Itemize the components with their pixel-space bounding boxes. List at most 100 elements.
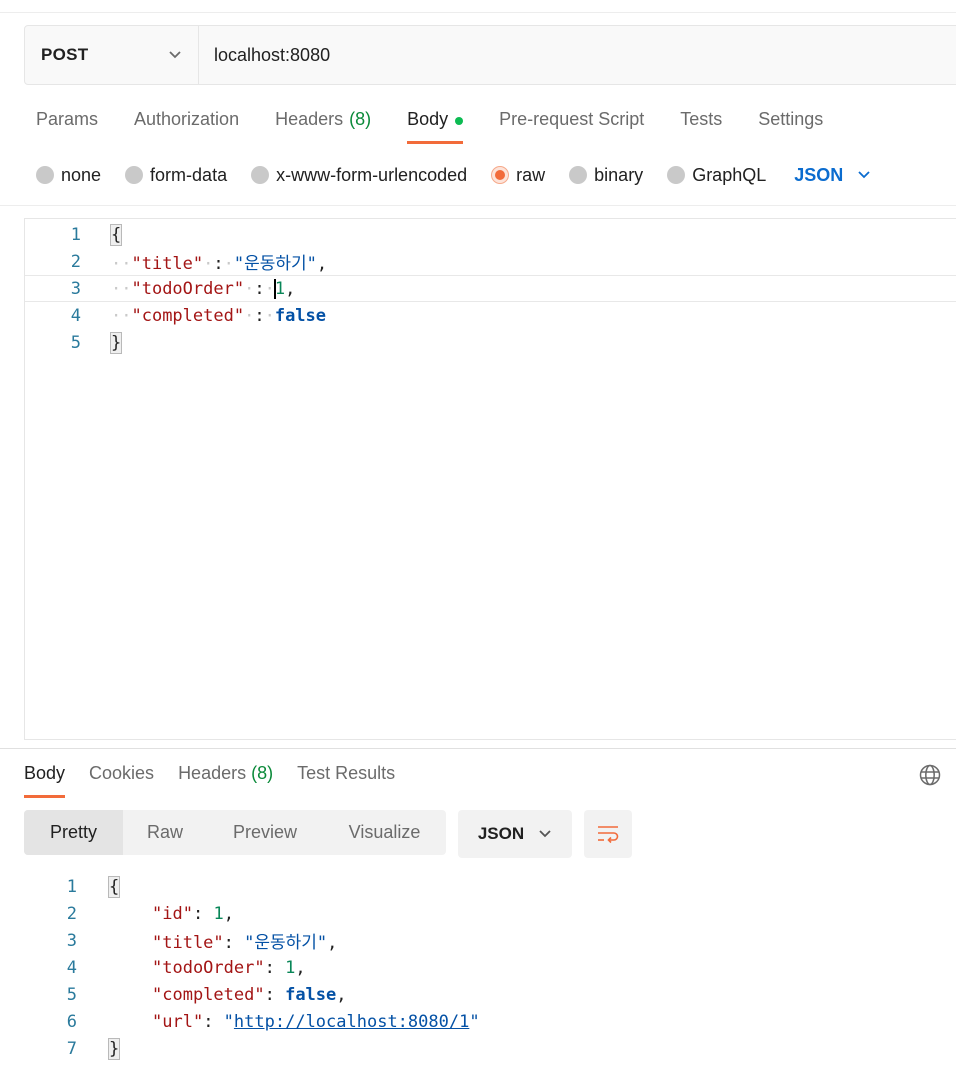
response-tab-test-results[interactable]: Test Results — [297, 758, 395, 798]
tab-label: Headers — [275, 109, 344, 129]
line-number: 6 — [66, 1011, 77, 1032]
url-input[interactable] — [199, 26, 956, 84]
radio-label: none — [61, 164, 102, 185]
tab-label: Test Results — [297, 763, 396, 783]
request-url-bar: POST — [24, 25, 956, 85]
line-number: 1 — [66, 876, 77, 897]
json-value: 1 — [274, 278, 286, 299]
radio-x-www-form-urlencoded[interactable]: x-www-form-urlencoded — [251, 165, 467, 186]
line-number: 7 — [66, 1038, 77, 1059]
wrap-lines-button[interactable] — [584, 810, 632, 858]
line-number: 2 — [66, 903, 77, 924]
headers-count: (8) — [251, 763, 274, 783]
view-pretty-button[interactable]: Pretty — [24, 810, 123, 855]
tab-label: Params — [36, 109, 99, 129]
json-key: "title" — [131, 254, 204, 274]
quote: " — [223, 1011, 234, 1032]
json-key: "completed" — [152, 984, 265, 1005]
raw-format-label: JSON — [794, 164, 844, 185]
tab-tests[interactable]: Tests — [680, 104, 722, 144]
json-key: "id" — [152, 903, 193, 924]
tab-body[interactable]: Body — [407, 104, 464, 144]
json-value: false — [274, 305, 327, 326]
tab-authorization[interactable]: Authorization — [134, 104, 239, 144]
tab-label: Cookies — [89, 763, 155, 783]
response-tab-cookies[interactable]: Cookies — [89, 758, 154, 798]
response-body-viewer[interactable]: 1 { 2 "id": 1, 3 "title": "운동하기", 4 "tod… — [0, 872, 956, 1072]
request-body-editor[interactable]: 1 { 2 ··"title"·:·"운동하기", 3 ··"todoOrder… — [24, 218, 956, 740]
tab-label: Settings — [758, 109, 824, 129]
radio-label: raw — [516, 164, 546, 185]
radio-none[interactable]: none — [36, 165, 101, 186]
line-number: 3 — [66, 930, 77, 951]
response-format-label: JSON — [477, 824, 525, 843]
response-divider[interactable] — [0, 748, 956, 749]
code-line: 1 { — [25, 221, 956, 248]
code-line: 5 } — [25, 329, 956, 356]
code-line: 4 "todoOrder": 1, — [0, 954, 956, 981]
radio-circle — [569, 166, 588, 184]
tab-label: Body — [24, 763, 66, 783]
response-format-dropdown[interactable]: JSON — [458, 810, 572, 858]
view-preview-button[interactable]: Preview — [207, 810, 323, 855]
quote: " — [469, 1011, 480, 1032]
body-modified-dot — [455, 117, 464, 125]
code-line: 6 "url": "http://localhost:8080/1" — [0, 1008, 956, 1035]
url-link[interactable]: http://localhost:8080/1 — [234, 1012, 469, 1032]
tab-settings[interactable]: Settings — [758, 104, 823, 144]
response-view-modes: Pretty Raw Preview Visualize — [24, 810, 446, 855]
response-tab-body[interactable]: Body — [24, 758, 66, 798]
json-key: "completed" — [131, 305, 245, 326]
tab-label: Tests — [680, 109, 723, 129]
code-line: 2 "id": 1, — [0, 900, 956, 927]
view-label: Preview — [232, 822, 298, 842]
tab-pre-request-script[interactable]: Pre-request Script — [499, 104, 644, 144]
json-key: "url" — [152, 1011, 204, 1032]
json-key: "todoOrder" — [152, 957, 265, 978]
line-number: 1 — [70, 224, 81, 245]
line-number: 4 — [70, 305, 81, 326]
wrap-lines-icon — [598, 826, 619, 844]
radio-label: form-data — [150, 164, 228, 185]
json-value: false — [285, 984, 337, 1005]
radio-circle — [251, 166, 270, 184]
headers-count: (8) — [349, 109, 372, 129]
request-tabs: Params Authorization Headers (8) Body Pre… — [36, 104, 859, 148]
tab-headers[interactable]: Headers (8) — [275, 104, 371, 144]
method-label: POST — [41, 45, 89, 64]
radio-raw[interactable]: raw — [491, 165, 545, 186]
tab-label: Authorization — [134, 109, 240, 129]
code-line: 3 "title": "운동하기", — [0, 927, 956, 954]
view-label: Pretty — [49, 822, 97, 842]
raw-format-dropdown[interactable]: JSON — [794, 165, 871, 186]
radio-circle-checked — [491, 166, 510, 184]
top-divider — [0, 12, 956, 13]
tab-label: Headers — [178, 763, 247, 783]
tab-params[interactable]: Params — [36, 104, 98, 144]
line-number: 5 — [66, 984, 77, 1005]
radio-form-data[interactable]: form-data — [125, 165, 227, 186]
view-raw-button[interactable]: Raw — [123, 810, 207, 855]
close-brace: } — [109, 331, 123, 354]
code-line: 4 ··"completed"·:·false — [25, 302, 956, 329]
line-number: 3 — [70, 278, 81, 299]
chevron-down-icon — [858, 171, 870, 179]
json-value: 1 — [285, 957, 296, 978]
tab-label: Pre-request Script — [499, 109, 645, 129]
json-key: "title" — [152, 933, 224, 953]
method-dropdown[interactable]: POST — [25, 26, 199, 84]
radio-circle — [667, 166, 686, 184]
radio-circle — [36, 166, 54, 184]
json-value: 1 — [213, 903, 224, 924]
radio-circle — [125, 166, 144, 184]
view-visualize-button[interactable]: Visualize — [323, 810, 446, 855]
response-tab-headers[interactable]: Headers (8) — [178, 758, 273, 798]
radio-graphql[interactable]: GraphQL — [667, 165, 766, 186]
view-label: Raw — [146, 822, 183, 842]
radio-binary[interactable]: binary — [569, 165, 643, 186]
json-value: "운동하기" — [244, 933, 328, 953]
globe-icon[interactable] — [918, 763, 942, 787]
view-label: Visualize — [348, 822, 421, 842]
line-number: 2 — [70, 251, 81, 272]
response-tabs: Body Cookies Headers (8) Test Results — [24, 758, 419, 798]
